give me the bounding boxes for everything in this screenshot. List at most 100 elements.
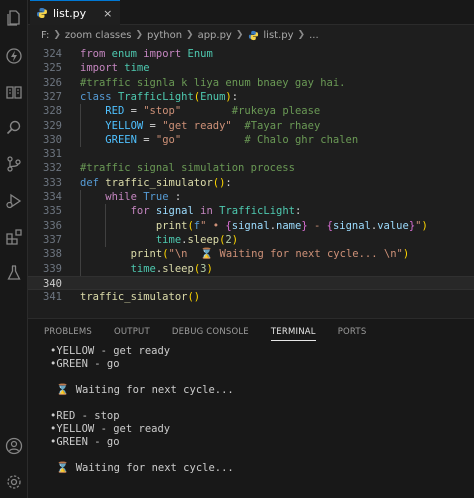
code-token: GREEN	[105, 133, 137, 146]
code-text: print(f" • {signal.name} - {signal.value…	[80, 219, 428, 233]
code-text: def traffic_simulator():	[80, 176, 232, 190]
code-text: RED = "stop" #rukeya please	[80, 104, 320, 118]
code-line[interactable]: 340	[28, 275, 474, 291]
code-text: from enum import Enum	[80, 47, 213, 61]
code-line[interactable]: 339 time.sleep(3)	[28, 262, 474, 276]
code-token: value	[377, 219, 409, 232]
code-line[interactable]: 330 GREEN = "go" # Chalo ghr chalen	[28, 133, 474, 147]
line-number: 334	[43, 191, 62, 203]
account-icon[interactable]	[2, 434, 26, 458]
code-line[interactable]: 324 from enum import Enum	[28, 47, 474, 61]
code-token: signal	[231, 219, 270, 232]
code-token: time	[130, 262, 156, 275]
code-line[interactable]: 331	[28, 147, 474, 161]
breadcrumb-item-more[interactable]: ...	[309, 30, 319, 41]
breadcrumb-item-drive[interactable]: F:	[41, 30, 49, 41]
code-token: :	[225, 176, 232, 189]
lightning-icon[interactable]	[2, 44, 26, 68]
code-token: TrafficLight	[117, 90, 194, 103]
run-debug-icon[interactable]	[2, 189, 26, 213]
code-token: for	[130, 205, 150, 218]
code-line[interactable]: 328 RED = "stop" #rukeya please	[28, 104, 474, 118]
line-number: 340	[43, 277, 62, 290]
code-text: GREEN = "go" # Chalo ghr chalen	[80, 133, 358, 147]
line-number: 325	[43, 62, 62, 75]
python-file-icon	[36, 7, 48, 19]
code-line[interactable]: 334 while True :	[28, 190, 474, 204]
tab-list-py[interactable]: list.py ×	[30, 0, 120, 25]
code-token: True	[143, 191, 169, 203]
code-text: #traffic signla k liya enum bnaey gay ha…	[80, 76, 346, 90]
code-token: time	[124, 62, 150, 75]
line-number: 341	[43, 291, 62, 304]
tab-problems[interactable]: PROBLEMS	[44, 327, 92, 337]
breadcrumb-item-list-py[interactable]: list.py	[263, 30, 293, 41]
close-icon[interactable]: ×	[103, 7, 112, 20]
terminal-line: •RED - stop	[50, 410, 120, 422]
code-token: ()	[187, 291, 201, 304]
editor-tab-bar: list.py ×	[28, 0, 474, 25]
breadcrumb-item-zoom-classes[interactable]: zoom classes	[65, 30, 132, 41]
line-number: 329	[43, 119, 62, 132]
code-line[interactable]: 338 print("\n ⌛ Waiting for next cycle..…	[28, 247, 474, 261]
chevron-right-icon: ❯	[135, 30, 144, 40]
code-text: while True :	[80, 190, 181, 204]
source-control-icon[interactable]	[2, 152, 26, 176]
bottom-panel: PROBLEMS OUTPUT DEBUG CONSOLE TERMINAL P…	[28, 318, 474, 498]
code-line[interactable]: 336 print(f" • {signal.name} - {signal.v…	[28, 219, 474, 233]
code-line[interactable]: 326 #traffic signla k liya enum bnaey gay…	[28, 76, 474, 90]
flask-icon[interactable]	[2, 261, 26, 285]
terminal-line: •YELLOW - get ready	[50, 345, 171, 357]
breadcrumb-item-app-py[interactable]: app.py	[198, 30, 232, 41]
extensions-icon[interactable]	[2, 225, 26, 249]
code-line[interactable]: 329 YELLOW = "get ready" #Tayar rhaey	[28, 119, 474, 133]
panel-tab-bar: PROBLEMS OUTPUT DEBUG CONSOLE TERMINAL P…	[28, 319, 474, 345]
book-icon[interactable]	[2, 80, 26, 104]
terminal-line: •GREEN - go	[50, 358, 120, 370]
line-number: 333	[43, 176, 62, 189]
tab-ports[interactable]: PORTS	[338, 327, 367, 337]
breadcrumb: F: ❯ zoom classes ❯ python ❯ app.py ❯ li…	[28, 25, 474, 45]
line-number: 332	[43, 162, 62, 175]
code-token: sleep	[187, 233, 220, 246]
code-line[interactable]: 337 time.sleep(2)	[28, 233, 474, 247]
files-icon[interactable]	[2, 6, 26, 30]
code-line[interactable]: 333 def traffic_simulator():	[28, 176, 474, 190]
code-line[interactable]: 327 class TrafficLight(Enum):	[28, 90, 474, 104]
code-line[interactable]: 341 traffic_simulator()	[28, 290, 474, 304]
line-number: 330	[43, 133, 62, 146]
terminal-output[interactable]: •YELLOW - get ready •GREEN - go ⌛ Waiting…	[50, 345, 474, 475]
code-text: for signal in TrafficLight:	[80, 204, 302, 218]
indent-guide	[80, 104, 81, 148]
code-text: YELLOW = "get ready" #Tayar rhaey	[80, 119, 320, 133]
code-token: traffic_simulator	[80, 291, 188, 304]
code-token: TrafficLight	[219, 205, 295, 218]
code-token: =	[143, 119, 163, 132]
tab-output[interactable]: OUTPUT	[114, 327, 150, 337]
code-token: )	[421, 219, 428, 232]
code-line[interactable]: 325 import time	[28, 61, 474, 75]
line-number: 324	[43, 48, 62, 60]
code-token: sleep	[162, 262, 194, 275]
tab-debug-console[interactable]: DEBUG CONSOLE	[172, 327, 249, 337]
code-line[interactable]: 335 for signal in TrafficLight:	[28, 204, 474, 218]
settings-gear-icon[interactable]	[2, 470, 26, 494]
code-line[interactable]: 332 #traffic signal simulation process	[28, 161, 474, 175]
line-number: 339	[43, 262, 62, 275]
code-editor[interactable]: 324 from enum import Enum 325 import time 32…	[28, 47, 474, 313]
chevron-right-icon: ❯	[235, 30, 244, 40]
line-number: 328	[43, 105, 62, 118]
code-token: print	[155, 219, 188, 232]
code-token: signal	[332, 219, 371, 232]
code-token: import	[143, 48, 182, 60]
tab-terminal[interactable]: TERMINAL	[270, 327, 316, 341]
indent-guide	[80, 190, 81, 276]
breadcrumb-item-python[interactable]: python	[147, 30, 182, 41]
search-icon[interactable]	[2, 116, 26, 140]
